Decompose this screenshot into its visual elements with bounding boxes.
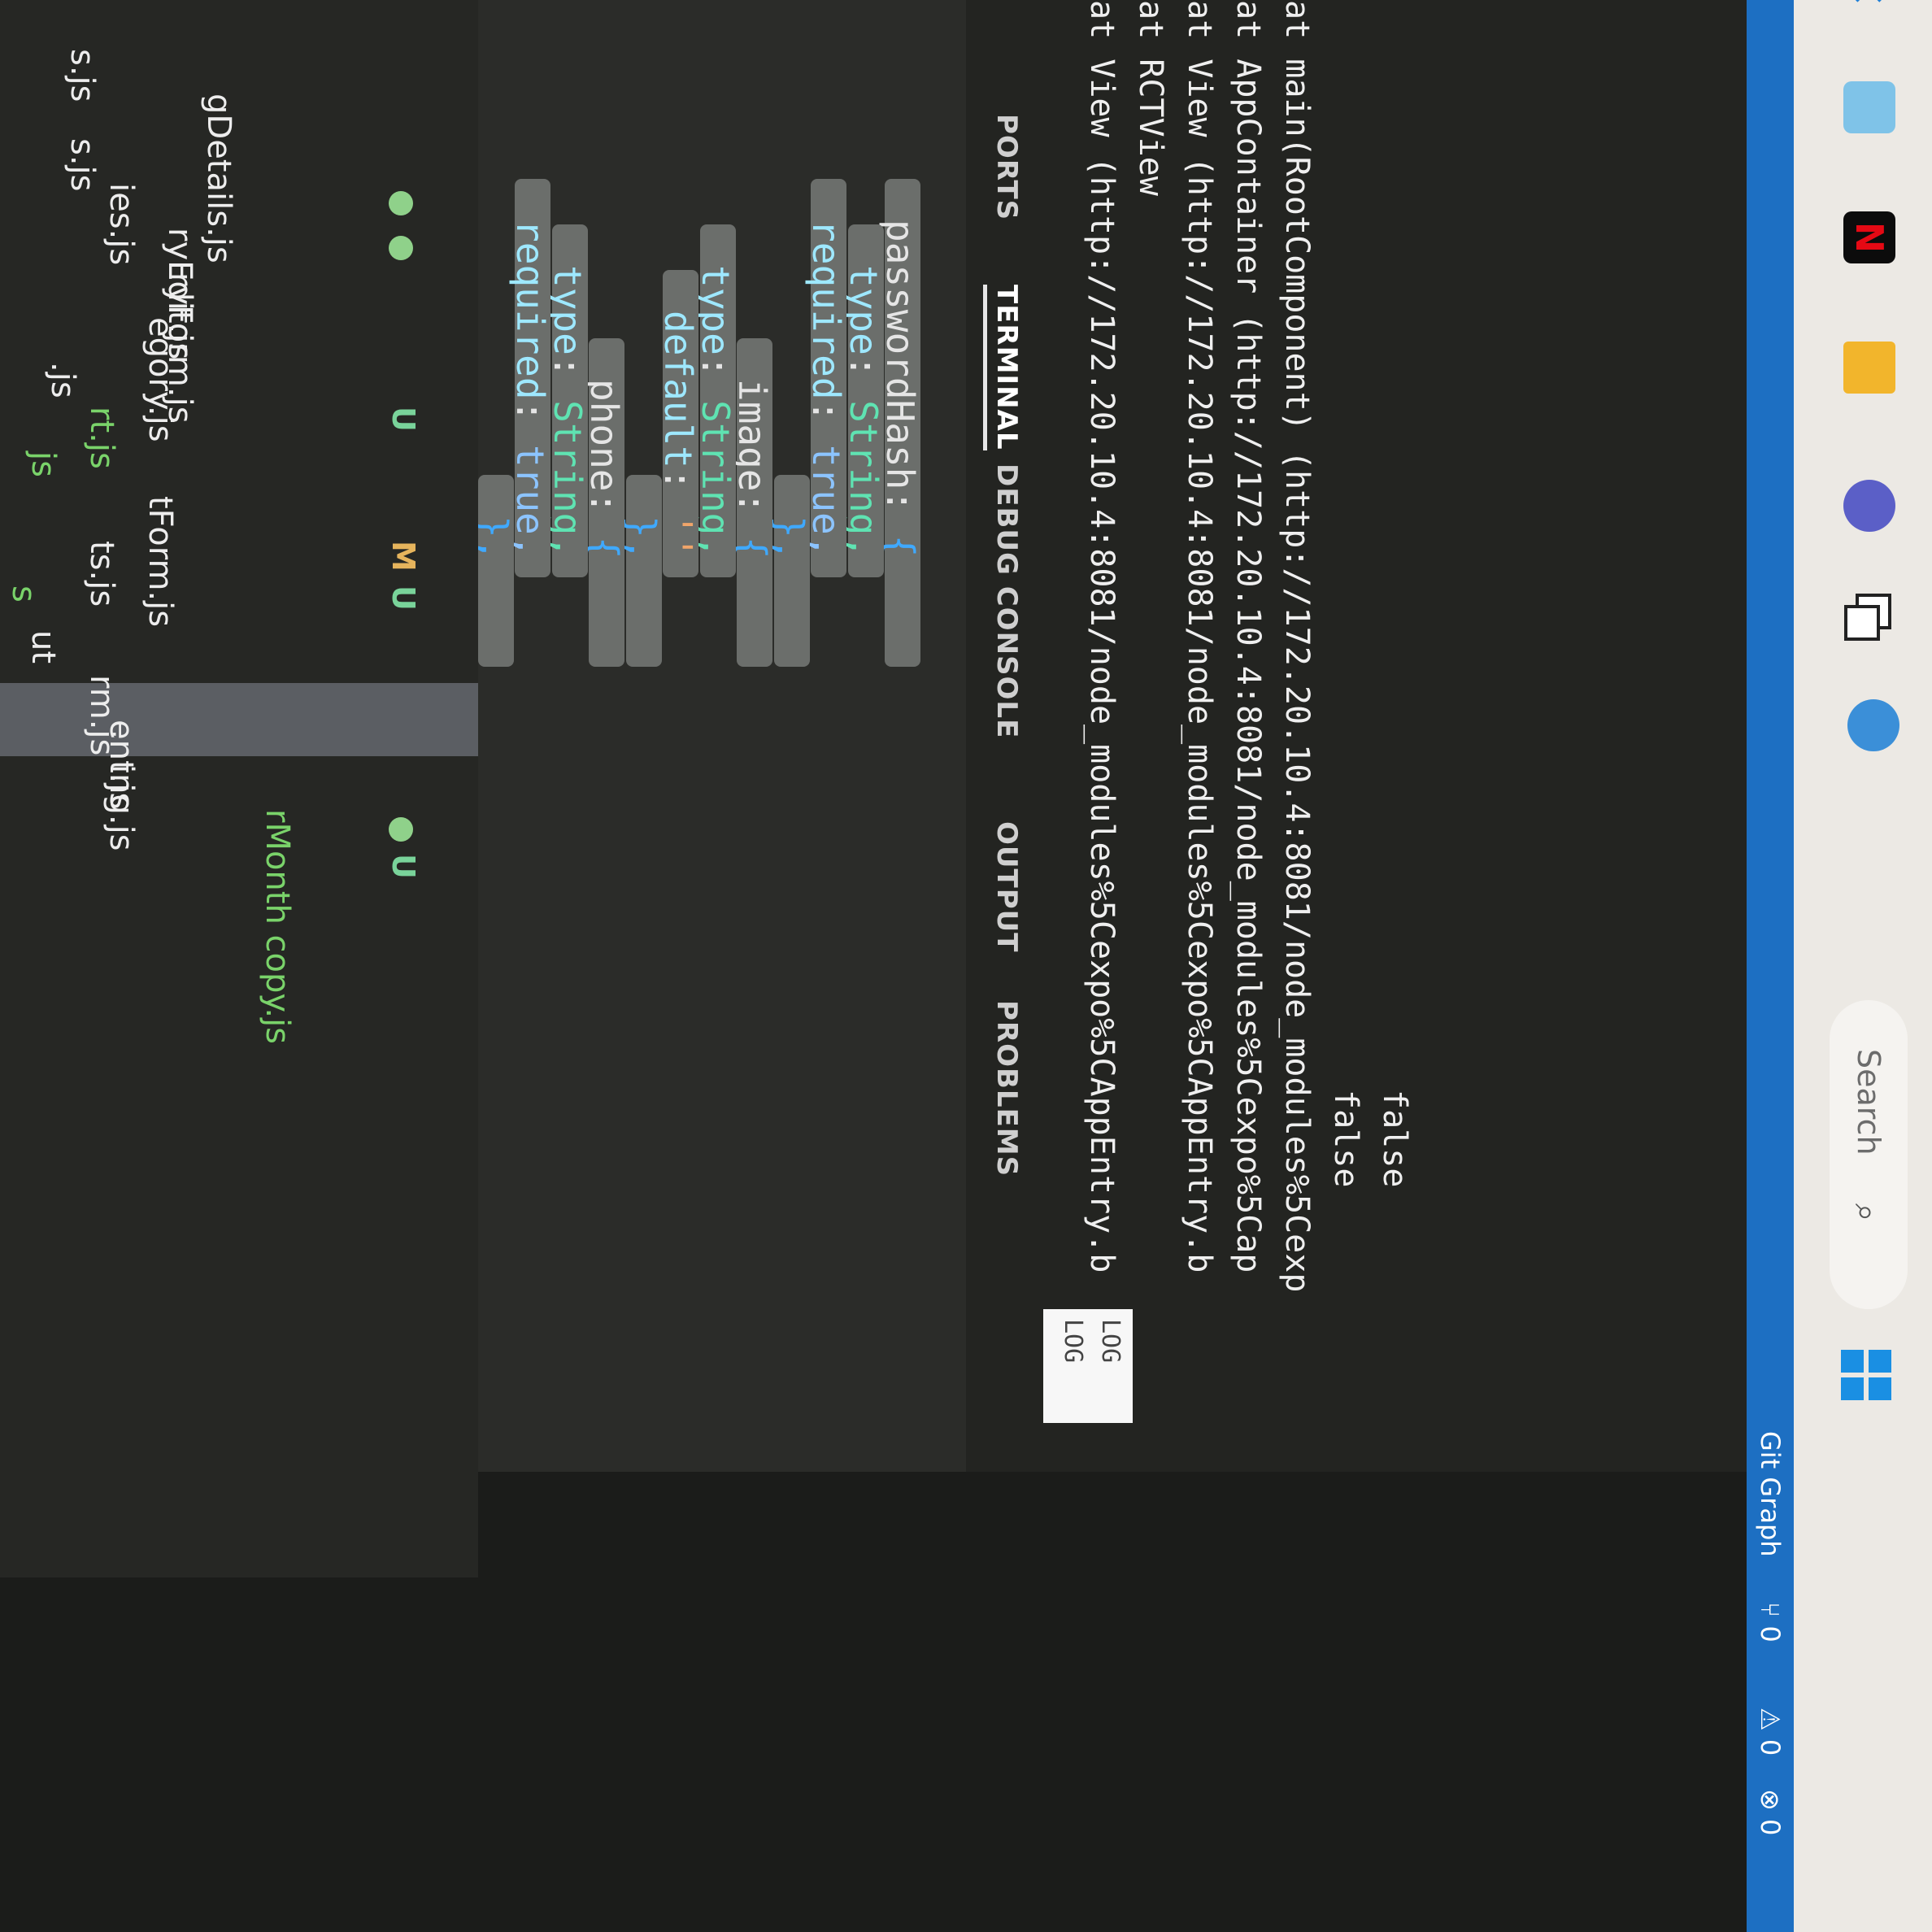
teams-icon[interactable]: [1843, 480, 1895, 532]
file-explorer-sidebar: s.js gDetails.js s.js ies.js ryEdit.js ryForm…: [0, 0, 478, 1577]
status-ports[interactable]: ⑂ 0: [1755, 1602, 1786, 1643]
git-status-badge: U: [385, 585, 421, 611]
copilot-icon[interactable]: [1847, 699, 1899, 751]
git-status-badge: U: [385, 407, 421, 432]
status-warnings[interactable]: ⚠ 0: [1755, 1708, 1786, 1756]
log-label: LOG: [1059, 1319, 1087, 1364]
git-graph-button[interactable]: Git Graph: [1755, 1431, 1786, 1557]
log-label: LOG: [1096, 1319, 1125, 1364]
log-labels: LOG LOG: [1043, 1309, 1133, 1423]
tab-ports[interactable]: PORTS: [990, 114, 1023, 220]
terminal-line: at AppContainer (http://172.20.10.4:8081…: [1229, 0, 1267, 1273]
terminal-line: at View (http://172.20.10.4:8081/node_mo…: [1083, 0, 1120, 1273]
tab-debug-console[interactable]: DEBUG CONSOLE: [990, 463, 1023, 738]
terminal-line: at main(RootComponent) (http://172.20.10…: [1278, 0, 1316, 1293]
indent-highlight: [626, 475, 662, 667]
search-icon: ⌕: [1847, 1203, 1885, 1222]
git-status-badge: U: [385, 854, 421, 879]
code-line: required: true,: [804, 220, 849, 558]
explorer-file-item[interactable]: s: [5, 585, 42, 603]
status-bar: ⊗ 0 ⚠ 0 ⑂ 0 Git Graph: [1747, 0, 1794, 1932]
status-errors[interactable]: ⊗ 0: [1755, 1789, 1786, 1835]
rotated-screen: ⌕ Search N ✕ ⊗ 0 ⚠ 0 ⑂ 0 Git Graph at Vi…: [0, 0, 1932, 1932]
terminal-line: at RCTView: [1132, 0, 1169, 196]
indent-highlight: [774, 475, 810, 667]
terminal-line: at View (http://172.20.10.4:8081/node_mo…: [1181, 0, 1218, 1273]
taskbar-search-label: Search: [1851, 1049, 1886, 1155]
explorer-file-item[interactable]: s.js: [63, 49, 101, 102]
explorer-file-item[interactable]: ing.js: [102, 764, 140, 851]
explorer-file-item[interactable]: rt.js: [83, 407, 120, 469]
terminal-output[interactable]: at View (http://172.20.10.4:8081/node_mo…: [1039, 0, 1747, 1472]
indent-highlight: [478, 475, 514, 667]
explorer-file-item[interactable]: ts.js: [83, 541, 120, 607]
code-line: required: true,: [508, 220, 553, 558]
panel-tab-bar: PROBLEMS OUTPUT DEBUG CONSOLE TERMINAL P…: [966, 0, 1023, 1472]
terminal-line: false: [1376, 1090, 1413, 1188]
tab-terminal[interactable]: TERMINAL: [983, 285, 1023, 450]
netflix-icon[interactable]: N: [1843, 211, 1895, 263]
git-modified-dot: [389, 191, 413, 215]
explorer-file-item[interactable]: gDetails.js: [200, 94, 237, 263]
file-explorer-icon[interactable]: [1843, 342, 1895, 394]
explorer-file-item[interactable]: .js: [44, 362, 81, 398]
selected-file-highlight: [0, 683, 478, 756]
photo-of-screen: ⌕ Search N ✕ ⊗ 0 ⚠ 0 ⑂ 0 Git Graph at Vi…: [0, 0, 1932, 1932]
git-status-badge: M: [385, 541, 421, 572]
git-modified-dot: [389, 817, 413, 842]
tab-output[interactable]: OUTPUT: [990, 821, 1023, 952]
tab-problems[interactable]: PROBLEMS: [990, 1000, 1023, 1177]
terminal-line: false: [1327, 1090, 1364, 1188]
explorer-file-item[interactable]: s.js: [63, 138, 101, 192]
explorer-file-item[interactable]: js: [24, 451, 62, 477]
explorer-file-item[interactable]: ut: [24, 630, 62, 664]
vscode-icon[interactable]: ✕: [1838, 0, 1895, 8]
taskbar-search-box[interactable]: ⌕ Search: [1830, 1000, 1908, 1309]
terminal-panel: at View (http://172.20.10.4:8081/node_mo…: [966, 0, 1747, 1472]
photos-icon[interactable]: [1843, 81, 1895, 133]
explorer-file-item[interactable]: rMonth copy.js: [259, 809, 296, 1044]
explorer-file-item[interactable]: ies.js: [102, 183, 140, 265]
explorer-file-item[interactable]: egory.js: [141, 317, 179, 442]
windows-taskbar: ⌕ Search N ✕: [1794, 0, 1932, 1932]
git-modified-dot: [389, 236, 413, 260]
explorer-file-item[interactable]: tForm.js: [141, 496, 179, 627]
